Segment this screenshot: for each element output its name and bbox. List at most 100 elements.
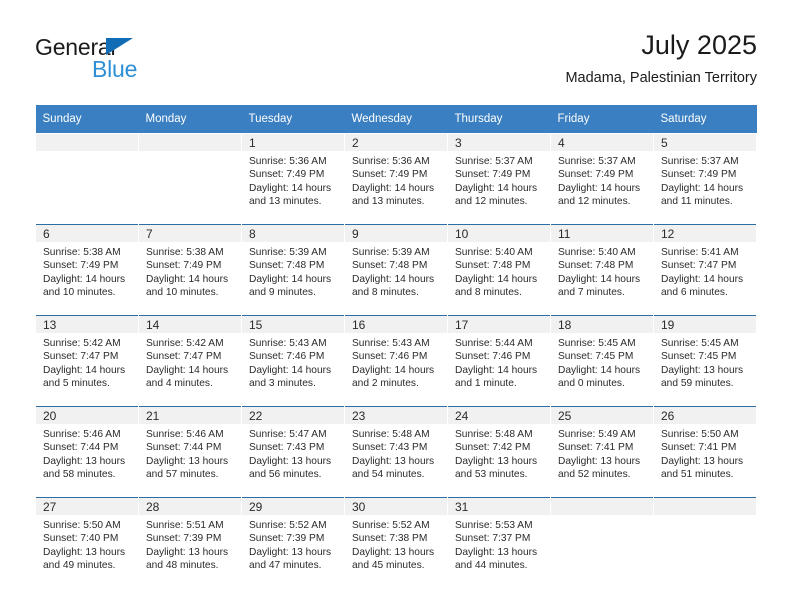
calendar-day-cell[interactable]: 18 Sunrise: 5:45 AM Sunset: 7:45 PM Dayligh…	[550, 315, 654, 407]
day-number	[654, 498, 756, 515]
daylight-text-line2: and 7 minutes.	[558, 287, 625, 299]
sunrise-text: Sunrise: 5:40 AM	[455, 247, 533, 258]
calendar-day-cell[interactable]: 24 Sunrise: 5:48 AM Sunset: 7:42 PM Dayligh…	[447, 406, 551, 498]
daylight-text-line2: and 13 minutes.	[249, 196, 322, 208]
calendar-grid: Sunday Monday Tuesday Wednesday Thursday Frid…	[35, 105, 757, 588]
sunrise-text: Sunrise: 5:48 AM	[455, 429, 533, 440]
calendar-day-cell[interactable]: 7 Sunrise: 5:38 AM Sunset: 7:49 PM Daylight…	[138, 224, 242, 316]
sunset-text: Sunset: 7:38 PM	[352, 533, 428, 545]
sunrise-text: Sunrise: 5:46 AM	[43, 429, 121, 440]
daylight-text-line1: Daylight: 14 hours	[43, 364, 126, 376]
day-number: 19	[654, 316, 756, 333]
page-subtitle: Madama, Palestinian Territory	[565, 70, 757, 86]
day-number: 30	[345, 498, 447, 515]
calendar-day-cell[interactable]: 29 Sunrise: 5:52 AM Sunset: 7:39 PM Dayligh…	[241, 497, 345, 588]
calendar-day-cell[interactable]: 9 Sunrise: 5:39 AM Sunset: 7:48 PM Daylight…	[344, 224, 448, 316]
calendar-day-cell[interactable]: 3 Sunrise: 5:37 AM Sunset: 7:49 PM Daylight…	[447, 133, 551, 225]
calendar-day-cell[interactable]: 23 Sunrise: 5:48 AM Sunset: 7:43 PM Dayligh…	[344, 406, 448, 498]
daylight-text-line1: Daylight: 14 hours	[43, 273, 126, 285]
day-number: 17	[448, 316, 550, 333]
sunrise-text: Sunrise: 5:48 AM	[352, 429, 430, 440]
weekday-header-wednesday: Wednesday	[344, 105, 448, 134]
calendar-day-cell[interactable]: 2 Sunrise: 5:36 AM Sunset: 7:49 PM Daylight…	[344, 133, 448, 225]
calendar-day-cell[interactable]: 31 Sunrise: 5:53 AM Sunset: 7:37 PM Dayligh…	[447, 497, 551, 588]
calendar-day-cell[interactable]: 13 Sunrise: 5:42 AM Sunset: 7:47 PM Dayligh…	[35, 315, 139, 407]
calendar-day-cell[interactable]: 27 Sunrise: 5:50 AM Sunset: 7:40 PM Dayligh…	[35, 497, 139, 588]
calendar-day-cell[interactable]: 14 Sunrise: 5:42 AM Sunset: 7:47 PM Dayligh…	[138, 315, 242, 407]
calendar-day-cell[interactable]: 30 Sunrise: 5:52 AM Sunset: 7:38 PM Dayligh…	[344, 497, 448, 588]
sunset-text: Sunset: 7:44 PM	[146, 442, 222, 454]
daylight-text-line1: Daylight: 13 hours	[661, 455, 744, 467]
daylight-text-line1: Daylight: 13 hours	[455, 455, 538, 467]
sunset-text: Sunset: 7:39 PM	[146, 533, 222, 545]
sunrise-text: Sunrise: 5:47 AM	[249, 429, 327, 440]
calendar-day-cell[interactable]: 11 Sunrise: 5:40 AM Sunset: 7:48 PM Dayligh…	[550, 224, 654, 316]
calendar-day-cell[interactable]: 15 Sunrise: 5:43 AM Sunset: 7:46 PM Dayligh…	[241, 315, 345, 407]
sunset-text: Sunset: 7:46 PM	[352, 351, 428, 363]
weekday-header-monday: Monday	[138, 105, 242, 134]
daylight-text-line1: Daylight: 13 hours	[455, 546, 538, 558]
calendar-day-cell[interactable]: 17 Sunrise: 5:44 AM Sunset: 7:46 PM Dayligh…	[447, 315, 551, 407]
page-title: July 2025	[641, 30, 757, 60]
calendar-day-cell[interactable]: 6 Sunrise: 5:38 AM Sunset: 7:49 PM Daylight…	[35, 224, 139, 316]
sunset-text: Sunset: 7:49 PM	[455, 169, 531, 181]
sunset-text: Sunset: 7:49 PM	[146, 260, 222, 272]
calendar-day-cell[interactable]: 10 Sunrise: 5:40 AM Sunset: 7:48 PM Dayligh…	[447, 224, 551, 316]
sunrise-text: Sunrise: 5:51 AM	[146, 520, 224, 531]
sunset-text: Sunset: 7:40 PM	[43, 533, 119, 545]
sunset-text: Sunset: 7:47 PM	[146, 351, 222, 363]
calendar-day-cell[interactable]: 5 Sunrise: 5:37 AM Sunset: 7:49 PM Daylight…	[653, 133, 757, 225]
day-details: Sunrise: 5:47 AM Sunset: 7:43 PM Daylight:…	[242, 424, 344, 482]
calendar-day-cell[interactable]: 8 Sunrise: 5:39 AM Sunset: 7:48 PM Daylight…	[241, 224, 345, 316]
daylight-text-line1: Daylight: 13 hours	[249, 455, 332, 467]
daylight-text-line2: and 58 minutes.	[43, 469, 116, 481]
day-number: 13	[36, 316, 138, 333]
sunset-text: Sunset: 7:43 PM	[352, 442, 428, 454]
day-number: 25	[551, 407, 653, 424]
daylight-text-line2: and 53 minutes.	[455, 469, 528, 481]
daylight-text-line1: Daylight: 13 hours	[43, 455, 126, 467]
logo-text-blue: Blue	[92, 56, 138, 82]
day-number	[139, 134, 241, 151]
calendar-day-cell[interactable]: 25 Sunrise: 5:49 AM Sunset: 7:41 PM Dayligh…	[550, 406, 654, 498]
day-details: Sunrise: 5:42 AM Sunset: 7:47 PM Daylight:…	[36, 333, 138, 391]
calendar-day-cell[interactable]: 12 Sunrise: 5:41 AM Sunset: 7:47 PM Dayligh…	[653, 224, 757, 316]
title-block: July 2025 Madama, Palestinian Territory	[565, 28, 757, 88]
calendar-day-cell[interactable]: 4 Sunrise: 5:37 AM Sunset: 7:49 PM Daylight…	[550, 133, 654, 225]
sunset-text: Sunset: 7:48 PM	[352, 260, 428, 272]
day-number: 14	[139, 316, 241, 333]
calendar-day-cell[interactable]: 1 Sunrise: 5:36 AM Sunset: 7:49 PM Daylight…	[241, 133, 345, 225]
daylight-text-line1: Daylight: 14 hours	[249, 273, 332, 285]
day-details: Sunrise: 5:52 AM Sunset: 7:38 PM Daylight:…	[345, 515, 447, 573]
calendar-day-cell[interactable]: 21 Sunrise: 5:46 AM Sunset: 7:44 PM Dayligh…	[138, 406, 242, 498]
weekday-header-tuesday: Tuesday	[241, 105, 345, 134]
calendar-day-cell[interactable]: 28 Sunrise: 5:51 AM Sunset: 7:39 PM Dayligh…	[138, 497, 242, 588]
day-number	[36, 134, 138, 151]
general-blue-logo[interactable]: General Blue	[35, 34, 215, 86]
day-number: 23	[345, 407, 447, 424]
sunset-text: Sunset: 7:47 PM	[43, 351, 119, 363]
calendar-week-row: 20 Sunrise: 5:46 AM Sunset: 7:44 PM Dayligh…	[35, 406, 757, 498]
calendar-day-cell[interactable]: 20 Sunrise: 5:46 AM Sunset: 7:44 PM Dayligh…	[35, 406, 139, 498]
sunrise-text: Sunrise: 5:50 AM	[661, 429, 739, 440]
sunrise-text: Sunrise: 5:38 AM	[146, 247, 224, 258]
daylight-text-line2: and 4 minutes.	[146, 378, 213, 390]
day-number: 28	[139, 498, 241, 515]
daylight-text-line1: Daylight: 14 hours	[352, 182, 435, 194]
day-details: Sunrise: 5:51 AM Sunset: 7:39 PM Daylight:…	[139, 515, 241, 573]
day-details: Sunrise: 5:38 AM Sunset: 7:49 PM Daylight:…	[36, 242, 138, 300]
calendar-day-cell[interactable]: 22 Sunrise: 5:47 AM Sunset: 7:43 PM Dayligh…	[241, 406, 345, 498]
calendar-day-cell[interactable]: 19 Sunrise: 5:45 AM Sunset: 7:45 PM Dayligh…	[653, 315, 757, 407]
day-number: 12	[654, 225, 756, 242]
calendar-day-cell[interactable]: 26 Sunrise: 5:50 AM Sunset: 7:41 PM Dayligh…	[653, 406, 757, 498]
sunset-text: Sunset: 7:49 PM	[249, 169, 325, 181]
daylight-text-line1: Daylight: 13 hours	[146, 455, 229, 467]
day-number: 8	[242, 225, 344, 242]
calendar-day-cell[interactable]: 16 Sunrise: 5:43 AM Sunset: 7:46 PM Dayligh…	[344, 315, 448, 407]
daylight-text-line2: and 6 minutes.	[661, 287, 728, 299]
sunrise-text: Sunrise: 5:50 AM	[43, 520, 121, 531]
daylight-text-line2: and 45 minutes.	[352, 560, 425, 572]
sunset-text: Sunset: 7:47 PM	[661, 260, 737, 272]
daylight-text-line1: Daylight: 14 hours	[455, 273, 538, 285]
daylight-text-line1: Daylight: 14 hours	[558, 364, 641, 376]
